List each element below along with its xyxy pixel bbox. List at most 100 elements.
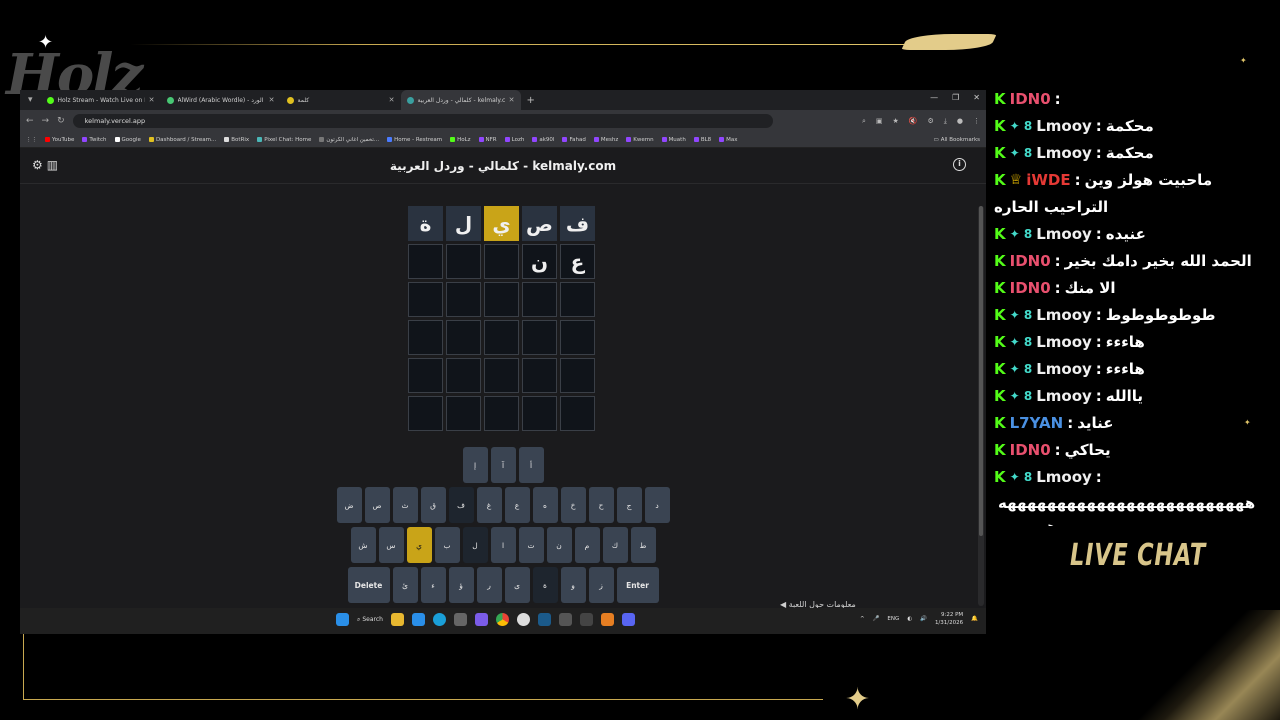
zoom-icon[interactable]: ⌕ [862, 117, 866, 126]
letter-key[interactable]: ة [532, 567, 558, 603]
app-icon[interactable] [601, 613, 614, 626]
bookmark-item[interactable]: Muath [661, 137, 686, 143]
letter-key[interactable]: ط [630, 527, 656, 563]
bookmark-item[interactable]: Kwemn [626, 137, 654, 143]
close-icon[interactable]: ✕ [973, 93, 980, 102]
letter-key[interactable]: ه [532, 487, 558, 523]
letter-key[interactable]: ث [392, 487, 418, 523]
browser-tab[interactable]: كلمة ✕ [281, 90, 401, 110]
windows-start-icon[interactable] [336, 613, 349, 626]
letter-key[interactable]: ح [588, 487, 614, 523]
delete-key[interactable]: Delete [347, 567, 390, 603]
chat-username[interactable]: IDN0 [1010, 86, 1051, 113]
letter-key[interactable]: ب [434, 527, 460, 563]
close-tab-icon[interactable]: ✕ [509, 96, 515, 104]
chat-username[interactable]: Lmooy [1036, 464, 1092, 491]
close-tab-icon[interactable]: ✕ [389, 96, 395, 104]
chat-username[interactable]: Lmooy [1036, 221, 1092, 248]
bookmark-item[interactable]: Lozh [504, 137, 524, 143]
chat-username[interactable]: L7YAN [1010, 410, 1064, 437]
letter-key[interactable]: ى [504, 567, 530, 603]
letter-key[interactable]: ل [462, 527, 488, 563]
forward-icon[interactable]: → [42, 116, 50, 126]
letter-key[interactable]: ع [504, 487, 530, 523]
letter-key[interactable]: ض [336, 487, 362, 523]
close-tab-icon[interactable]: ✕ [269, 96, 275, 104]
chrome-icon[interactable] [496, 613, 509, 626]
calculator-icon[interactable] [454, 613, 467, 626]
letter-key[interactable]: غ [476, 487, 502, 523]
bookmark-item[interactable]: Google [114, 137, 141, 143]
bookmark-item[interactable]: Max [719, 137, 738, 143]
letter-key[interactable]: د [644, 487, 670, 523]
all-bookmarks[interactable]: ▭ All Bookmarks [934, 137, 981, 143]
chat-username[interactable]: Lmooy [1036, 356, 1092, 383]
letter-key[interactable]: ص [364, 487, 390, 523]
bookmark-item[interactable]: Meshz [593, 137, 618, 143]
browser-tab[interactable]: كلمالي - وردل العربية - kelmaly.com ✕ [400, 90, 521, 110]
letter-key[interactable]: أ [518, 447, 544, 483]
menu-icon[interactable]: ⋮ [973, 117, 980, 126]
letter-key[interactable]: و [560, 567, 586, 603]
notification-icon[interactable]: 🔔 [971, 616, 978, 622]
taskbar-search[interactable]: ⌕ Search [357, 616, 383, 624]
back-icon[interactable]: ← [26, 116, 34, 126]
chat-username[interactable]: IDN0 [1010, 275, 1051, 302]
steam-icon[interactable] [538, 613, 551, 626]
mute-icon[interactable]: 🔇 [909, 117, 918, 126]
bookmark-item[interactable]: Twitch [82, 137, 107, 143]
close-tab-icon[interactable]: ✕ [149, 96, 155, 104]
bookmark-item[interactable]: BotRix [224, 137, 249, 143]
letter-key[interactable]: إ [462, 447, 488, 483]
obs-icon[interactable] [517, 613, 530, 626]
chat-username[interactable]: Lmooy [1036, 140, 1092, 167]
bookmark-item[interactable]: NFR [478, 137, 497, 143]
info-icon[interactable]: i [953, 158, 966, 171]
letter-key[interactable]: ن [546, 527, 572, 563]
chat-username[interactable]: Lmooy [1036, 329, 1092, 356]
chat-username[interactable]: iWDE [1026, 167, 1070, 194]
letter-key[interactable]: ؤ [448, 567, 474, 603]
enter-key[interactable]: Enter [616, 567, 659, 603]
letter-key[interactable]: س [378, 527, 404, 563]
settings-icon[interactable]: ⚙ [32, 158, 43, 172]
browser-tab[interactable]: AlWird (Arabic Wordle) - الورد ✕ [161, 90, 281, 110]
file-explorer-icon[interactable] [391, 613, 404, 626]
bookmark-item[interactable]: Dashboard / Stream... [148, 137, 216, 143]
chat-username[interactable]: IDN0 [1010, 437, 1051, 464]
install-icon[interactable]: ▣ [876, 117, 883, 126]
letter-key[interactable]: م [574, 527, 600, 563]
extension-icon[interactable]: ⚙ [928, 117, 934, 126]
app-icon[interactable] [580, 613, 593, 626]
profile-icon[interactable]: ● [957, 117, 963, 126]
bookmark-item[interactable]: تخمين اغاني الكرتون... [319, 137, 379, 143]
download-icon[interactable]: ⤓ [944, 117, 947, 126]
discord-icon[interactable] [475, 613, 488, 626]
language-indicator[interactable]: ENG [887, 616, 899, 622]
apps-icon[interactable]: ⋮⋮ [26, 137, 37, 143]
letter-key[interactable]: ف [448, 487, 474, 523]
letter-key[interactable]: خ [560, 487, 586, 523]
tab-search-icon[interactable]: ▾ [20, 95, 41, 105]
stats-icon[interactable]: ▥ [47, 158, 58, 172]
chevron-up-icon[interactable]: ^ [860, 616, 865, 622]
app-icon[interactable] [559, 613, 572, 626]
url-input[interactable]: kelmaly.vercel.app [72, 114, 773, 128]
store-icon[interactable] [412, 613, 425, 626]
page-scrollbar[interactable] [978, 206, 984, 606]
bookmark-item[interactable]: BL8 [693, 137, 711, 143]
letter-key[interactable]: ت [518, 527, 544, 563]
network-icon[interactable]: ◐ [907, 616, 912, 622]
bookmark-item[interactable]: HoLz [450, 137, 471, 143]
letter-key[interactable]: ء [420, 567, 446, 603]
volume-icon[interactable]: 🔊 [920, 616, 927, 622]
letter-key[interactable]: ك [602, 527, 628, 563]
letter-key[interactable]: ش [350, 527, 376, 563]
bookmark-item[interactable]: Fahad [562, 137, 586, 143]
letter-key[interactable]: ر [476, 567, 502, 603]
app-icon[interactable] [622, 613, 635, 626]
bookmark-item[interactable]: ak90l [532, 137, 554, 143]
edge-icon[interactable] [433, 613, 446, 626]
bookmark-item[interactable]: Pixel Chat: Home [257, 137, 311, 143]
browser-tab[interactable]: Holz Stream - Watch Live on Ki ✕ [41, 90, 161, 110]
